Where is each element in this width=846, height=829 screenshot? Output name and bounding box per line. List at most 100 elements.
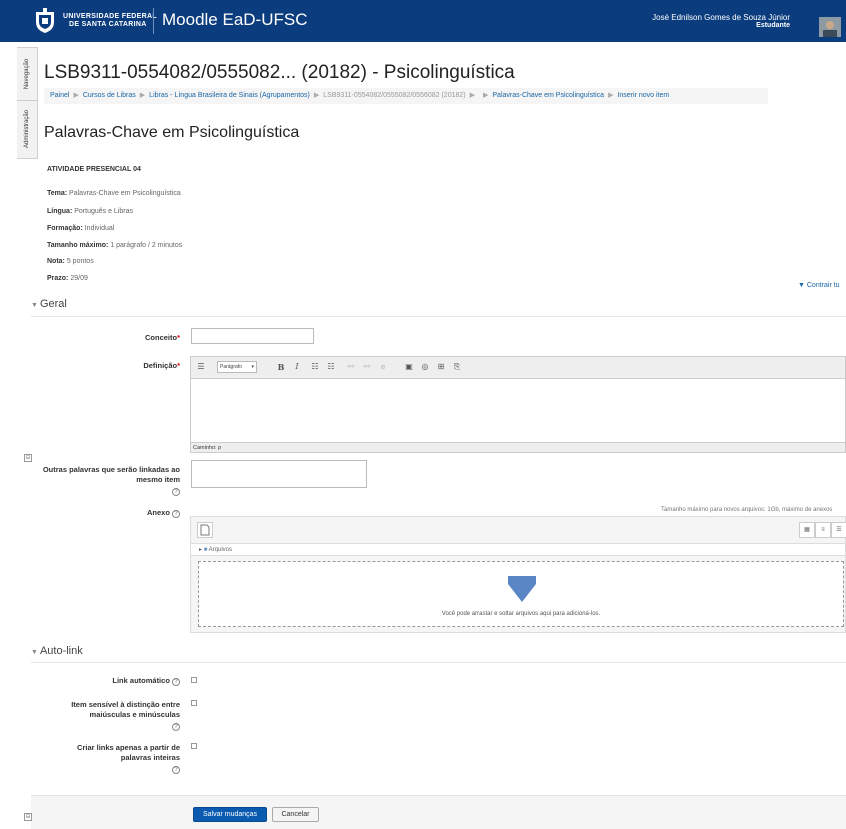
navbar-divider [153, 8, 154, 34]
breadcrumb-item[interactable]: Inserir novo item [617, 92, 669, 99]
section-header-autolink[interactable]: ▼ Auto-link [31, 645, 83, 657]
folder-name[interactable]: Arquivos [209, 547, 232, 553]
media-icon[interactable]: ◎ [419, 361, 431, 373]
whole-words-label-text: Criar links apenas a partir de palavras … [77, 743, 180, 762]
dock-tab-navigation[interactable]: Navegação [17, 48, 37, 101]
concept-input[interactable] [191, 328, 314, 344]
description-row: Tamanho máximo: 1 parágrafo / 2 minutos [47, 242, 182, 249]
bullet-list-icon[interactable]: ☷ [309, 361, 321, 373]
help-icon[interactable]: ? [172, 488, 180, 496]
collapse-all-link[interactable]: ▼ Contrair tu [798, 282, 840, 289]
breadcrumb-separator-icon: ▶ [469, 92, 475, 99]
case-sensitive-label-text: Item sensível à distinção entre maiúscul… [71, 700, 180, 719]
cancel-button[interactable]: Cancelar [272, 807, 319, 822]
chevron-down-icon: ▾ [251, 364, 254, 370]
description-label: Língua: [47, 208, 73, 215]
description-label: Prazo: [47, 275, 69, 282]
tree-view-icon[interactable]: ☰ [831, 522, 846, 538]
breadcrumb-separator-icon: ▶ [139, 92, 146, 99]
nolink-icon[interactable]: ⌀ [377, 361, 389, 373]
file-path-bar: ▸ ■ Arquivos [191, 543, 845, 556]
add-file-icon [200, 524, 210, 536]
folder-icon: ■ [203, 547, 208, 553]
paragraph-format-select[interactable]: Parágrafo ▾ [217, 361, 257, 373]
add-file-button[interactable] [197, 522, 213, 538]
section-divider [31, 662, 846, 663]
editor-toolbar: ☰ Parágrafo ▾ B I ☷ ☷ ⚯ ⚯ ⌀ ▣ ◎ ⊞ ⎘ [191, 357, 845, 379]
breadcrumb-item[interactable]: LSB9311-0554082/0555082/0556082 (20182) [323, 92, 465, 99]
aliases-textarea[interactable] [191, 460, 367, 488]
file-drop-zone[interactable]: Você pode arrastar e soltar arquivos aqu… [198, 561, 844, 627]
attachment-label: Anexo ? [100, 508, 180, 518]
concept-label: Conceito* [100, 333, 180, 343]
university-crest-icon [34, 8, 56, 34]
description-label: Tema: [47, 190, 68, 197]
italic-icon[interactable]: I [291, 361, 303, 373]
link-icon[interactable]: ⚯ [345, 361, 357, 373]
breadcrumb-separator-icon: ▶ [73, 92, 79, 99]
bold-icon[interactable]: B [275, 361, 287, 373]
triangle-down-icon: ▼ [798, 282, 807, 289]
site-name[interactable]: Moodle EaD-UFSC [162, 10, 308, 30]
unlink-icon[interactable]: ⚯ [361, 361, 373, 373]
dock-tab-label: Navegação [24, 58, 31, 90]
breadcrumb-item[interactable]: Painel [50, 92, 69, 99]
breadcrumb-item[interactable]: Libras - Língua Brasileira de Sinais (Ag… [149, 92, 310, 99]
whole-words-label: Criar links apenas a partir de palavras … [60, 743, 180, 774]
list-view-icon[interactable]: ≡ [815, 522, 831, 538]
numbered-list-icon[interactable]: ☷ [325, 361, 337, 373]
download-arrow-icon [508, 576, 536, 602]
description-value: Individual [82, 225, 115, 232]
breadcrumb-item[interactable]: Cursos de Libras [83, 92, 136, 99]
collapse-toggle-icon[interactable]: ⊟ [24, 813, 32, 821]
attachment-label-text: Anexo [146, 508, 170, 517]
format-value: Parágrafo [220, 364, 242, 370]
manage-files-icon[interactable]: ⊞ [435, 361, 447, 373]
section-divider [31, 316, 846, 317]
section-title: Auto-link [39, 645, 83, 657]
icons-view-icon[interactable]: ▦ [799, 522, 815, 538]
description-row: Formação: Individual [47, 225, 114, 232]
page-title: Palavras-Chave em Psicolinguística [44, 124, 300, 141]
section-title: Geral [39, 298, 67, 310]
breadcrumb-item[interactable]: Palavras-Chave em Psicolinguística [492, 92, 604, 99]
file-manager: ▦ ≡ ☰ ▸ ■ Arquivos Você pode arrastar e … [190, 516, 846, 633]
description-label: Tamanho máximo: [47, 242, 109, 249]
required-icon: * [177, 361, 180, 370]
description-value: 1 parágrafo / 2 minutos [108, 242, 183, 249]
triangle-down-icon: ▼ [31, 649, 38, 656]
collapse-all-label: Contrair tu [806, 282, 840, 289]
university-name: UNIVERSIDADE FEDERAL DE SANTA CATARINA [63, 13, 157, 28]
description-row: Prazo: 29/09 [47, 275, 88, 282]
aliases-label-text: Outras palavras que serão linkadas ao me… [42, 465, 180, 484]
help-icon[interactable]: ? [172, 723, 180, 731]
autolink-label-text: Link automático [112, 676, 170, 685]
avatar[interactable] [819, 17, 841, 37]
user-menu[interactable]: José Ednilson Gomes de Souza Júnior Estu… [652, 14, 790, 30]
toolbar-toggle-icon[interactable]: ☰ [195, 361, 207, 373]
case-sensitive-checkbox[interactable] [191, 700, 197, 706]
case-sensitive-label: Item sensível à distinção entre maiúscul… [52, 700, 180, 731]
autolink-checkbox[interactable] [191, 677, 197, 683]
paste-icon[interactable]: ⎘ [451, 361, 463, 373]
collapse-toggle-icon[interactable]: ⊟ [24, 454, 32, 462]
university-logo[interactable]: UNIVERSIDADE FEDERAL DE SANTA CATARINA [34, 8, 157, 34]
breadcrumb-separator-icon: ▶ [483, 92, 489, 99]
description-row: Língua: Português e Libras [47, 208, 133, 215]
description-row: Nota: 5 pontos [47, 258, 94, 265]
editor-path: Caminho: p [191, 442, 845, 452]
section-header-geral[interactable]: ▼ Geral [31, 298, 67, 310]
top-navbar: UNIVERSIDADE FEDERAL DE SANTA CATARINA M… [0, 0, 846, 42]
help-icon[interactable]: ? [172, 766, 180, 774]
breadcrumb-separator-icon: ▶ [313, 92, 320, 99]
dock-tab-administration[interactable]: Administração [17, 102, 37, 155]
image-icon[interactable]: ▣ [403, 361, 415, 373]
definition-label: Definição* [100, 361, 180, 371]
whole-words-checkbox[interactable] [191, 743, 197, 749]
save-button[interactable]: Salvar mudanças [193, 807, 267, 822]
definition-label-text: Definição [143, 361, 178, 370]
view-switcher: ▦ ≡ ☰ [799, 522, 846, 538]
definition-editor[interactable]: ☰ Parágrafo ▾ B I ☷ ☷ ⚯ ⚯ ⌀ ▣ ◎ ⊞ ⎘ Cami… [190, 356, 846, 453]
help-icon[interactable]: ? [172, 678, 180, 686]
help-icon[interactable]: ? [172, 510, 180, 518]
